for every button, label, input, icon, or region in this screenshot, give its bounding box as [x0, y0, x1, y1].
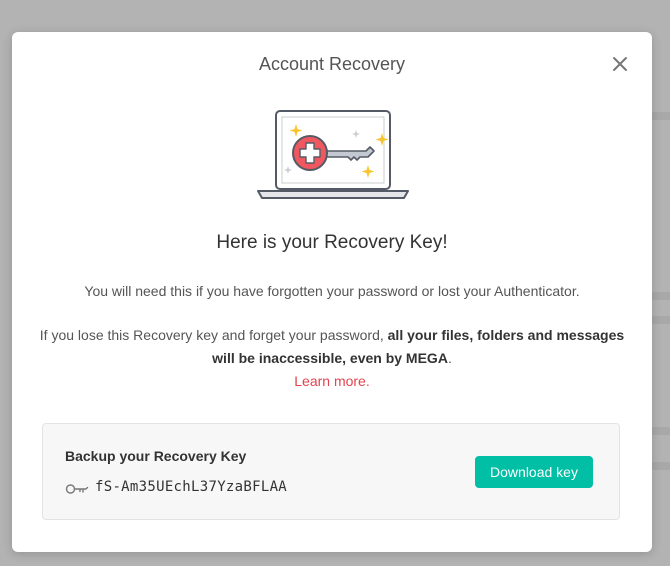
close-button[interactable]	[610, 54, 630, 74]
learn-more-link[interactable]: Learn more.	[294, 373, 369, 389]
warning-text-end: .	[447, 350, 452, 366]
recovery-warning-text: If you lose this Recovery key and forget…	[32, 324, 632, 393]
background-element	[652, 112, 670, 120]
download-key-button[interactable]: Download key	[475, 456, 593, 488]
backup-title: Backup your Recovery Key	[65, 448, 247, 464]
background-element	[652, 462, 670, 470]
recovery-key-heading: Here is your Recovery Key!	[216, 232, 448, 253]
close-icon	[613, 57, 627, 71]
key-icon	[65, 484, 89, 494]
background-element	[652, 316, 670, 324]
warning-text-plain: If you lose this Recovery key and forget…	[39, 327, 388, 343]
backup-recovery-key-panel: Backup your Recovery Key fS-Am35UEchL37Y…	[42, 423, 620, 520]
background-element	[652, 427, 670, 435]
background-element	[652, 292, 670, 300]
dialog-title: Account Recovery	[258, 54, 406, 74]
laptop-recovery-key-illustration	[257, 110, 409, 199]
recovery-info-text: You will need this if you have forgotten…	[84, 283, 580, 299]
account-recovery-dialog: Account Recovery Here is your Recovery K…	[12, 32, 652, 552]
recovery-key-value[interactable]: fS-Am35UEchL37YzaBFLAA	[95, 479, 287, 495]
